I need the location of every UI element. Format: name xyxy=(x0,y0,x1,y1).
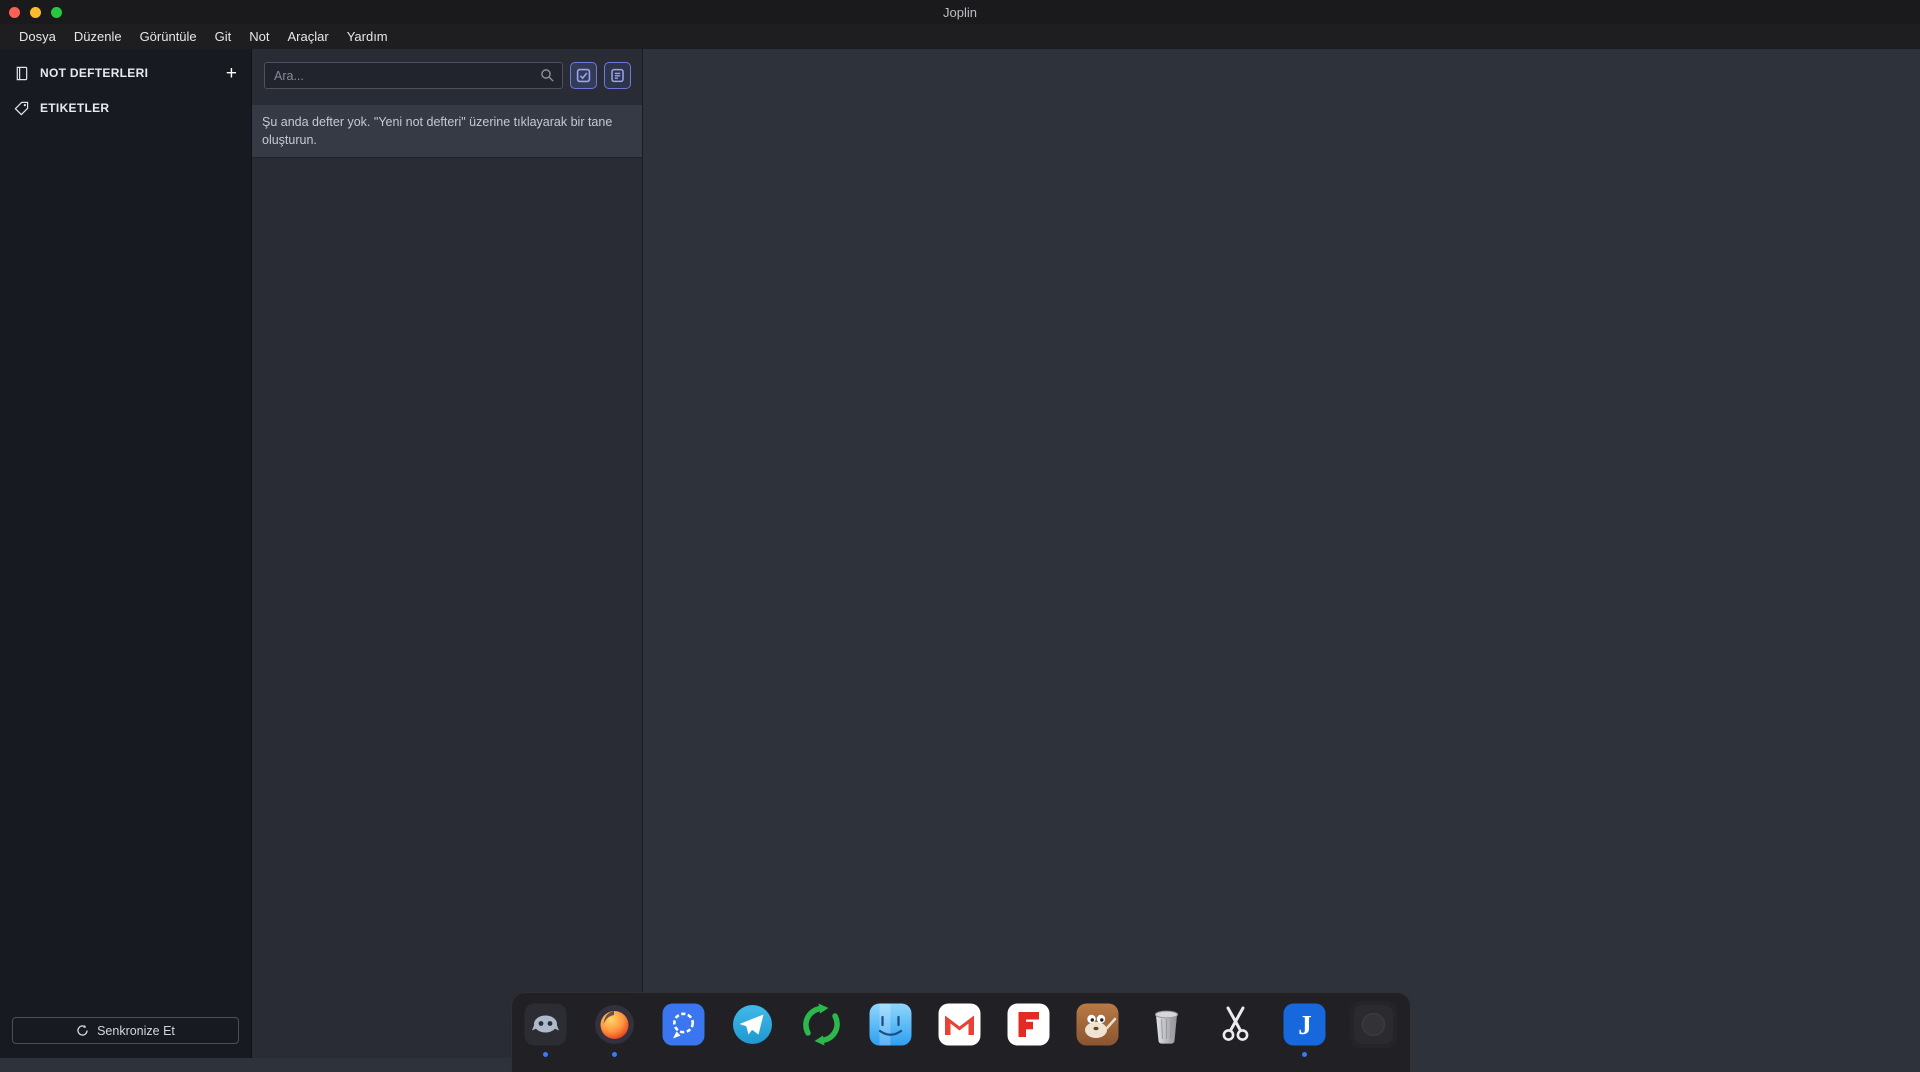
synchronize-button[interactable]: Senkronize Et xyxy=(12,1017,239,1044)
tags-header-label: ETIKETLER xyxy=(40,101,110,115)
menu-item-file[interactable]: Dosya xyxy=(10,24,65,49)
gmail-icon xyxy=(938,1003,981,1046)
editor-pane xyxy=(643,49,1920,1058)
svg-text:J: J xyxy=(1298,1010,1312,1040)
menu-item-go[interactable]: Git xyxy=(206,24,241,49)
dock-item-signal[interactable] xyxy=(660,1001,707,1048)
placeholder-app-icon xyxy=(1354,1005,1393,1044)
running-indicator-dot xyxy=(612,1052,617,1057)
sidebar-item-tags[interactable]: ETIKETLER xyxy=(14,95,237,121)
gimp-icon xyxy=(1076,1003,1119,1046)
dock-item-finder[interactable] xyxy=(867,1001,914,1048)
dock-item-flipboard[interactable] xyxy=(1005,1001,1052,1048)
signal-icon xyxy=(662,1003,705,1046)
menu-item-note[interactable]: Not xyxy=(240,24,278,49)
joplin-icon: J xyxy=(1283,1003,1326,1046)
dock-item-discord[interactable] xyxy=(522,1001,569,1057)
scissors-icon xyxy=(1222,1006,1249,1041)
new-notebook-button[interactable]: + xyxy=(226,64,237,83)
telegram-icon xyxy=(733,1005,772,1044)
dock-item-gimp[interactable] xyxy=(1074,1001,1121,1048)
dock: J xyxy=(511,992,1411,1072)
menu-item-edit[interactable]: Düzenle xyxy=(65,24,131,49)
discord-icon xyxy=(524,1003,567,1046)
dock-item-firefox[interactable] xyxy=(591,1001,638,1057)
menu-item-view[interactable]: Görüntüle xyxy=(131,24,206,49)
new-note-button[interactable] xyxy=(604,62,631,89)
menu-item-help[interactable]: Yardım xyxy=(338,24,397,49)
sidebar: NOT DEFTERLERI + ETIKETLER Senkronize Et xyxy=(0,49,251,1058)
tag-icon xyxy=(14,101,29,115)
running-indicator-dot xyxy=(543,1052,548,1057)
sync-icon xyxy=(77,1024,88,1036)
window-title: Joplin xyxy=(943,4,977,20)
empty-state-message: Şu anda defter yok. "Yeni not defteri" ü… xyxy=(252,105,642,159)
search-input[interactable] xyxy=(264,62,563,89)
note-list-controls xyxy=(252,49,642,89)
synchronize-button-label: Senkronize Et xyxy=(97,1023,175,1038)
app-window: NOT DEFTERLERI + ETIKETLER Senkronize Et xyxy=(0,49,1920,1058)
dock-item-joplin[interactable]: J xyxy=(1281,1001,1328,1057)
new-todo-button[interactable] xyxy=(570,62,597,89)
trash-icon xyxy=(1155,1010,1178,1044)
menu-item-tools[interactable]: Araçlar xyxy=(279,24,338,49)
notebook-icon xyxy=(16,66,28,80)
search-icon xyxy=(541,69,554,82)
search-field-wrapper xyxy=(264,62,563,89)
freefilesync-icon xyxy=(803,1003,840,1046)
title-bar: Joplin xyxy=(0,0,1920,24)
menu-bar: Dosya Düzenle Görüntüle Git Not Araçlar … xyxy=(0,24,1920,49)
flipboard-icon xyxy=(1007,1003,1050,1046)
dock-item-freefilesync[interactable] xyxy=(798,1001,845,1048)
new-todo-icon xyxy=(576,68,591,83)
dock-item-telegram[interactable] xyxy=(729,1001,776,1048)
firefox-icon xyxy=(595,1005,634,1044)
finder-icon xyxy=(869,1003,912,1046)
running-indicator-dot xyxy=(1302,1052,1307,1057)
dock-item-trash[interactable] xyxy=(1143,1001,1190,1048)
dock-item-scissors[interactable] xyxy=(1212,1001,1259,1048)
dock-item-placeholder[interactable] xyxy=(1350,1001,1397,1048)
sidebar-item-notebooks[interactable]: NOT DEFTERLERI + xyxy=(14,60,237,86)
new-note-icon xyxy=(611,68,624,83)
notebooks-header-label: NOT DEFTERLERI xyxy=(40,66,149,80)
dock-item-gmail[interactable] xyxy=(936,1001,983,1048)
note-list-panel: Şu anda defter yok. "Yeni not defteri" ü… xyxy=(251,49,643,1058)
